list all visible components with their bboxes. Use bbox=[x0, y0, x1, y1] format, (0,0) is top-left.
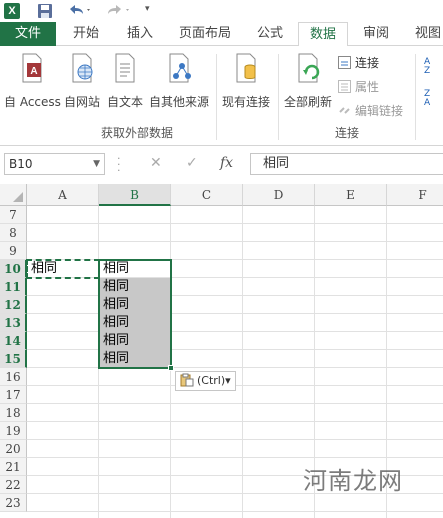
tab-home[interactable]: 开始 bbox=[60, 22, 112, 46]
from-web-label: 自网站 bbox=[64, 95, 101, 109]
quick-access-toolbar: X ▾ bbox=[0, 0, 443, 22]
tab-data[interactable]: 数据 bbox=[298, 22, 348, 47]
properties-button: 属性 bbox=[338, 78, 379, 95]
column-header-f[interactable]: F bbox=[387, 184, 443, 206]
selection-border bbox=[98, 259, 172, 369]
connections-icon bbox=[338, 56, 351, 69]
ribbon-separator bbox=[216, 54, 217, 140]
redo-icon[interactable] bbox=[107, 3, 133, 19]
properties-icon bbox=[338, 80, 351, 93]
refresh-all-button[interactable]: 全部刷新 bbox=[284, 52, 332, 110]
fill-handle[interactable] bbox=[168, 365, 174, 371]
ribbon-separator bbox=[278, 54, 279, 140]
spreadsheet-grid: A B C D E F 7 8 9 10 11 12 13 14 15 16 1… bbox=[0, 184, 443, 518]
refresh-all-label: 全部刷新 bbox=[284, 95, 333, 109]
chevron-down-icon[interactable]: ▼ bbox=[93, 154, 100, 174]
existing-connections-label: 现有连接 bbox=[222, 95, 271, 109]
enter-icon[interactable]: ✓ bbox=[186, 155, 198, 171]
from-access-button[interactable]: A 自 Access bbox=[4, 52, 61, 110]
tab-insert[interactable]: 插入 bbox=[114, 22, 166, 46]
column-header-e[interactable]: E bbox=[315, 184, 387, 206]
row-header-14[interactable]: 14 bbox=[0, 332, 27, 350]
from-text-button[interactable]: 自文本 bbox=[107, 52, 143, 110]
row-header-20[interactable]: 20 bbox=[0, 440, 27, 458]
sort-descending-button[interactable]: Z A bbox=[424, 90, 438, 108]
row-header-21[interactable]: 21 bbox=[0, 458, 27, 476]
row-header-15[interactable]: 15 bbox=[0, 350, 27, 368]
select-all-button[interactable] bbox=[0, 184, 27, 206]
excel-logo-icon: X bbox=[4, 3, 20, 19]
row-header-10[interactable]: 10 bbox=[0, 260, 27, 278]
row-header-18[interactable]: 18 bbox=[0, 404, 27, 422]
customize-dropdown-icon[interactable]: ▾ bbox=[145, 4, 150, 14]
row-header-11[interactable]: 11 bbox=[0, 278, 27, 296]
cancel-icon[interactable]: ✕ bbox=[150, 155, 162, 171]
row-header-23[interactable]: 23 bbox=[0, 494, 27, 512]
from-web-button[interactable]: 自网站 bbox=[64, 52, 100, 110]
tab-review[interactable]: 审阅 bbox=[352, 22, 400, 46]
tab-formulas[interactable]: 公式 bbox=[244, 22, 296, 46]
column-header-b[interactable]: B bbox=[99, 184, 171, 206]
row-header-19[interactable]: 19 bbox=[0, 422, 27, 440]
row-header-7[interactable]: 7 bbox=[0, 206, 27, 224]
access-icon: A bbox=[22, 53, 42, 83]
save-icon[interactable] bbox=[37, 3, 53, 19]
from-text-label: 自文本 bbox=[107, 95, 144, 109]
group-label-connections: 连接 bbox=[335, 126, 360, 140]
existing-connections-button[interactable]: 现有连接 bbox=[222, 52, 270, 110]
watermark: 河南龙网 bbox=[303, 467, 403, 495]
clipboard-icon bbox=[180, 373, 194, 387]
group-label-get-external-data: 获取外部数据 bbox=[101, 126, 174, 140]
svg-text:A: A bbox=[31, 66, 38, 77]
row-header-9[interactable]: 9 bbox=[0, 242, 27, 260]
formula-actions: ✕ ✓ fx bbox=[128, 153, 246, 175]
formula-input[interactable]: 相同 bbox=[250, 153, 443, 175]
tab-page-layout[interactable]: 页面布局 bbox=[170, 22, 240, 46]
from-access-label: 自 Access bbox=[4, 95, 61, 109]
edit-links-button: 编辑链接 bbox=[338, 102, 403, 119]
name-box-value: B10 bbox=[9, 157, 33, 171]
from-other-sources-label: 自其他来源 bbox=[149, 95, 210, 109]
row-header-17[interactable]: 17 bbox=[0, 386, 27, 404]
ribbon-separator bbox=[415, 54, 416, 140]
copy-marquee bbox=[26, 259, 100, 279]
resize-handle-icon[interactable]: · · · bbox=[117, 153, 120, 176]
sort-ascending-button[interactable]: A Z bbox=[424, 58, 438, 76]
connections-button[interactable]: 连接 bbox=[338, 54, 379, 71]
row-header-22[interactable]: 22 bbox=[0, 476, 27, 494]
formula-bar: B10 ▼ · · · ✕ ✓ fx 相同 bbox=[0, 146, 443, 184]
undo-icon[interactable] bbox=[66, 3, 92, 19]
globe-icon bbox=[72, 53, 93, 83]
row-header-8[interactable]: 8 bbox=[0, 224, 27, 242]
from-other-sources-button[interactable]: 自其他来源 bbox=[149, 52, 209, 110]
row-header-16[interactable]: 16 bbox=[0, 368, 27, 386]
properties-label: 属性 bbox=[355, 80, 380, 94]
column-header-a[interactable]: A bbox=[27, 184, 99, 206]
column-header-c[interactable]: C bbox=[171, 184, 243, 206]
paste-options-label: (Ctrl) bbox=[197, 374, 226, 387]
ribbon-tabs: 文件 开始 插入 页面布局 公式 数据 审阅 视图 bbox=[0, 22, 443, 47]
text-file-icon bbox=[115, 53, 135, 83]
insert-function-button[interactable]: fx bbox=[220, 155, 233, 171]
refresh-icon bbox=[298, 53, 320, 83]
edit-links-label: 编辑链接 bbox=[355, 104, 404, 118]
row-header-12[interactable]: 12 bbox=[0, 296, 27, 314]
row-header-13[interactable]: 13 bbox=[0, 314, 27, 332]
edit-links-icon bbox=[339, 107, 350, 114]
tab-view[interactable]: 视图 bbox=[404, 22, 443, 46]
name-box[interactable]: B10 ▼ bbox=[4, 153, 105, 175]
tab-file[interactable]: 文件 bbox=[0, 22, 56, 46]
existing-connections-icon bbox=[236, 53, 256, 83]
chevron-down-icon: ▾ bbox=[225, 374, 231, 387]
paste-options-button[interactable]: (Ctrl)▾ bbox=[175, 371, 236, 391]
ribbon-data: A 自 Access 自网站 自文本 自其他来源 现有连接 获取外部数据 全部刷… bbox=[0, 46, 443, 146]
column-header-d[interactable]: D bbox=[243, 184, 315, 206]
other-sources-icon bbox=[169, 53, 191, 83]
connections-label: 连接 bbox=[355, 56, 380, 70]
